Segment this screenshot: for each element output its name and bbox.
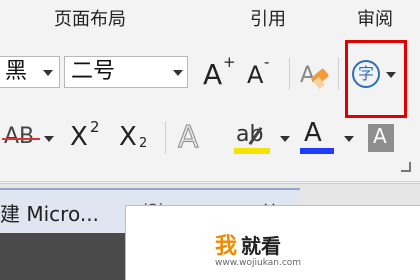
chevron-down-icon[interactable] [44, 136, 54, 142]
separator [338, 58, 339, 90]
svg-text:A: A [300, 63, 315, 88]
clear-formatting-button[interactable]: A [298, 58, 332, 90]
grow-font-button[interactable]: A + [203, 53, 237, 91]
character-shading-button[interactable]: A [368, 124, 394, 152]
chevron-down-icon[interactable] [43, 70, 53, 76]
menu-page-layout[interactable]: 页面布局 [54, 5, 126, 31]
watermark-logo: 我 就看 www.wojiukan.com [215, 228, 325, 278]
highlight-color-bar [234, 148, 270, 154]
font-color-button[interactable]: A [298, 118, 358, 156]
watermark-url: www.wojiukan.com [215, 258, 302, 268]
ribbon-font-group: 黑 二号 A + A - A 字 AB X 2 X 2 A ab A A [0, 36, 420, 182]
strikethrough-button[interactable]: AB [0, 120, 56, 156]
strike-line [2, 138, 40, 140]
menu-review[interactable]: 审阅 [357, 5, 393, 31]
superscript-button[interactable]: X 2 [70, 118, 110, 156]
font-size-dropdown[interactable]: 二号 [64, 56, 188, 88]
document-tab-title: 建 Micro... [0, 202, 99, 226]
watermark-brand-char: 我 [215, 234, 238, 259]
watermark-brand-rest: 就看 [241, 234, 281, 258]
text-effect-button[interactable]: A [176, 120, 212, 156]
shrink-font-button[interactable]: A - [247, 53, 281, 90]
font-color-bar [300, 148, 334, 154]
subscript-button[interactable]: X 2 [119, 120, 159, 156]
font-size-value: 二号 [71, 59, 116, 84]
dialog-launcher-icon[interactable] [401, 162, 411, 172]
chevron-down-icon[interactable] [173, 70, 183, 76]
font-name-dropdown[interactable]: 黑 [0, 56, 60, 88]
separator [165, 122, 166, 154]
menu-references[interactable]: 引用 [250, 5, 286, 31]
chevron-down-icon[interactable] [344, 136, 354, 142]
separator [289, 58, 290, 90]
character-circle-icon: 字 [352, 60, 380, 88]
chevron-down-icon[interactable] [280, 136, 290, 142]
text-highlight-button[interactable]: ab [232, 120, 292, 156]
eraser-icon: A [300, 63, 329, 89]
character-border-button[interactable]: 字 [352, 60, 396, 90]
chevron-down-icon[interactable] [386, 72, 396, 78]
font-name-value: 黑 [5, 59, 28, 84]
menu-bar: 页面布局 引用 审阅 [0, 0, 420, 36]
